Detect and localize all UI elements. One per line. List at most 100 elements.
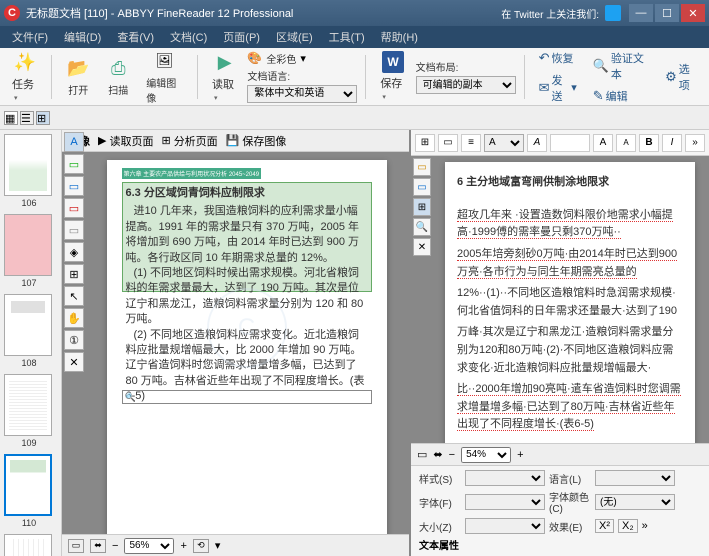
search-bar-region[interactable]: 🔍: [122, 390, 372, 404]
restore-button[interactable]: ↶恢复: [533, 48, 583, 68]
menu-tool[interactable]: 工具(T): [321, 27, 373, 47]
tp-zoom-out[interactable]: −: [449, 449, 455, 461]
tool-hand[interactable]: ✋: [64, 308, 84, 328]
tp-vtool4[interactable]: 🔍: [413, 218, 431, 236]
tp-vtool3[interactable]: ⊞: [413, 198, 431, 216]
image-footer: ▭ ⬌ − 56% + ⟲ ▾: [62, 534, 409, 556]
tp-bold[interactable]: B: [639, 134, 659, 152]
effect-more[interactable]: »: [642, 520, 648, 532]
edit-button[interactable]: ✎编辑: [587, 86, 655, 106]
btn-read-page[interactable]: ▶ 读取页面: [98, 133, 153, 149]
read-icon: ▶: [213, 50, 237, 74]
twitter-label: 在 Twitter 上关注我们:: [501, 6, 599, 21]
tp-style[interactable]: A: [527, 134, 547, 152]
twitter-icon[interactable]: [605, 5, 621, 21]
menu-view[interactable]: 查看(V): [109, 27, 162, 47]
tool-delete[interactable]: ✕: [64, 352, 84, 372]
tool-order[interactable]: ①: [64, 330, 84, 350]
page-image[interactable]: 第六章 主要农产品供给与利用状况分析 2045~2049 6.3 分区域饲青饲料…: [107, 160, 387, 534]
menu-page[interactable]: 页面(P): [215, 27, 268, 47]
detail-view-button[interactable]: ⊞: [36, 111, 50, 125]
thumb-108[interactable]: [4, 294, 52, 356]
fit-width-button[interactable]: ⬌: [90, 539, 106, 553]
lang-prop-select[interactable]: [595, 470, 675, 486]
zoom-select[interactable]: 56%: [124, 538, 174, 554]
tp-tool1[interactable]: ⊞: [415, 134, 435, 152]
tool-area5[interactable]: ◈: [64, 242, 84, 262]
menu-file[interactable]: 文件(F): [4, 27, 56, 47]
tool-area1[interactable]: ▭: [64, 154, 84, 174]
tp-vtool2[interactable]: ▭: [413, 178, 431, 196]
image-tools: A ▭ ▭ ▭ ▭ ◈ ⊞ ↖ ✋ ① ✕: [64, 132, 86, 372]
tool-pointer[interactable]: ↖: [64, 286, 84, 306]
size-select[interactable]: [465, 518, 545, 534]
font-select[interactable]: A: [484, 134, 524, 152]
tool-area4[interactable]: ▭: [64, 220, 84, 240]
layout-label: 文档布局:: [416, 59, 459, 74]
menu-edit[interactable]: 编辑(D): [56, 27, 109, 47]
color-dropdown[interactable]: ▾: [300, 52, 306, 65]
fit-page-button[interactable]: ▭: [68, 539, 84, 553]
thumb-107[interactable]: [4, 214, 52, 276]
tp-fit-page[interactable]: ▭: [417, 448, 427, 461]
task-button[interactable]: ✨任务▾: [6, 47, 43, 106]
thumb-109[interactable]: [4, 374, 52, 436]
gear-icon: ⚙: [665, 69, 677, 85]
btn-save-image[interactable]: 💾 保存图像: [226, 133, 287, 149]
effect-x2b[interactable]: X₂: [618, 519, 638, 533]
tool-table[interactable]: ⊞: [64, 264, 84, 284]
send-button[interactable]: ✉发送▾: [533, 70, 583, 106]
zoom-out-button[interactable]: −: [112, 540, 118, 552]
layout-select[interactable]: 可编辑的副本: [416, 76, 516, 94]
rotate-button[interactable]: ⟲: [193, 539, 209, 553]
watermark-icon: C: [207, 288, 287, 368]
text-document[interactable]: 6 主分地域富弯闸供制涂地限求 超攻几年来 ·设置造数饲料限价地需求小幅提高·1…: [445, 162, 695, 443]
read-button[interactable]: ▶读取▾: [206, 47, 243, 106]
minimize-button[interactable]: —: [629, 4, 653, 22]
effect-x2[interactable]: X²: [595, 519, 614, 533]
font-prop-select[interactable]: [465, 494, 545, 510]
image-viewer: 图像 ▶ 读取页面 ⊞ 分析页面 💾 保存图像 A ▭ ▭ ▭ ▭ ◈ ⊞ ↖ …: [62, 130, 409, 556]
tp-zoom-select[interactable]: 54%: [461, 447, 511, 463]
grid-view-button[interactable]: ▦: [4, 111, 18, 125]
tp-align-left[interactable]: ≡: [461, 134, 481, 152]
thumb-111[interactable]: [4, 534, 52, 556]
tp-vtool5[interactable]: ✕: [413, 238, 431, 256]
tool-text-area[interactable]: A: [64, 132, 84, 152]
tool-area2[interactable]: ▭: [64, 176, 84, 196]
menu-doc[interactable]: 文档(C): [162, 27, 215, 47]
btn-analyze-page[interactable]: ⊞ 分析页面: [161, 133, 217, 149]
tp-tool2[interactable]: ▭: [438, 134, 458, 152]
fcolor-select[interactable]: (无): [595, 494, 675, 510]
save-button[interactable]: W保存▾: [374, 48, 411, 105]
close-button[interactable]: ✕: [681, 4, 705, 22]
text-footer: ▭ ⬌ − 54% +: [411, 443, 709, 465]
tp-more[interactable]: »: [685, 134, 705, 152]
tp-zoom-in[interactable]: +: [517, 449, 523, 461]
thumb-106[interactable]: [4, 134, 52, 196]
lang-select[interactable]: 繁体中文和英语: [247, 85, 357, 103]
font-label: 字体(F): [419, 495, 461, 510]
tp-font-a2[interactable]: A: [616, 134, 636, 152]
thumb-110[interactable]: [4, 454, 52, 516]
scan-button[interactable]: ⎙扫描: [100, 53, 136, 100]
tp-font-a[interactable]: A: [593, 134, 613, 152]
scanner-icon: ⎙: [106, 56, 130, 80]
maximize-button[interactable]: ☐: [655, 4, 679, 22]
size-label: 大小(Z): [419, 519, 461, 534]
text-toolbar: ⊞ ▭ ≡ A A A A B I »: [411, 130, 709, 156]
menu-help[interactable]: 帮助(H): [373, 27, 426, 47]
menu-area[interactable]: 区域(E): [268, 27, 321, 47]
tp-vtool1[interactable]: ▭: [413, 158, 431, 176]
verify-button[interactable]: 🔍验证文本: [587, 48, 655, 84]
list-view-button[interactable]: ☰: [20, 111, 34, 125]
tool-area3[interactable]: ▭: [64, 198, 84, 218]
open-button[interactable]: 📂打开: [60, 53, 96, 100]
style-select[interactable]: [465, 470, 545, 486]
zoom-in-button[interactable]: +: [180, 540, 186, 552]
edit-image-button[interactable]: 🖼编辑图像: [140, 46, 189, 108]
tp-italic[interactable]: I: [662, 134, 682, 152]
text-region-1[interactable]: 6.3 分区域饲青饲料应制限求 进10 几年来，我国造粮饲料的应利需求量小幅提高…: [122, 182, 372, 292]
option-button[interactable]: ⚙选项: [659, 59, 703, 95]
tp-fit-width[interactable]: ⬌: [433, 448, 442, 461]
